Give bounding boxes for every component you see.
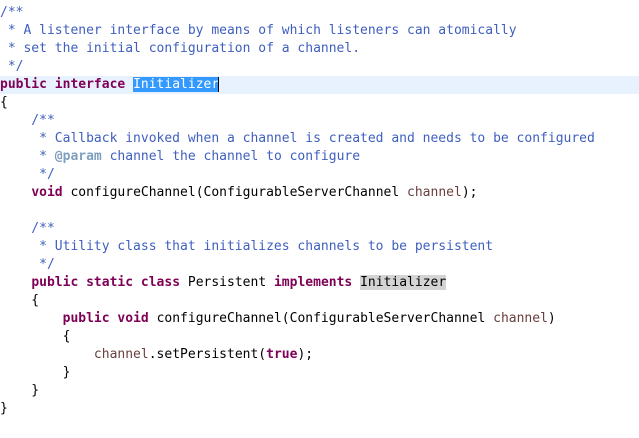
param-type: ConfigurableServerChannel: [289, 311, 486, 326]
keyword-public: public: [31, 275, 79, 290]
javadoc-close: */: [0, 59, 24, 74]
javadoc-close: */: [0, 257, 55, 272]
javadoc-text: * set the initial configuration of a cha…: [0, 41, 361, 56]
variable-channel: channel: [93, 347, 149, 362]
param-name: channel: [493, 311, 548, 326]
javadoc-text: * Callback invoked when a channel is cre…: [0, 131, 595, 146]
keyword-true: true: [266, 347, 298, 362]
param-type: ConfigurableServerChannel: [203, 185, 400, 200]
param-name: channel: [407, 185, 462, 200]
keyword-interface: interface: [54, 77, 126, 92]
code-line-9: * @param channel the channel to configur…: [0, 149, 361, 164]
code-line-18: public void configureChannel(Configurabl…: [62, 311, 556, 326]
code-line-15: */: [0, 256, 639, 274]
brace: }: [0, 383, 40, 398]
method-name: configureChannel: [156, 311, 282, 326]
code-line-17: {: [0, 292, 639, 310]
code-line-6: {: [0, 94, 639, 112]
code-line-8: * Callback invoked when a channel is cre…: [0, 130, 639, 148]
method-name: configureChannel: [70, 185, 196, 200]
method-call: setPersistent: [156, 347, 259, 362]
keyword-implements: implements: [273, 275, 353, 290]
code-line-23: }: [0, 400, 639, 418]
keyword-static: static: [86, 275, 134, 290]
text-caret: [218, 77, 220, 92]
keyword-void: void: [117, 311, 149, 326]
code-line-20: channel.setPersistent(true);: [93, 347, 314, 362]
brace: {: [0, 95, 8, 110]
code-line-11: void configureChannel(ConfigurableServer…: [31, 185, 478, 200]
javadoc-param-tag: @param: [54, 149, 102, 164]
code-line-10: */: [0, 166, 639, 184]
javadoc-open: /**: [0, 113, 55, 128]
javadoc-open: /**: [0, 221, 55, 236]
keyword-public: public: [62, 311, 110, 326]
code-editor[interactable]: /** * A listener interface by means of w…: [0, 0, 639, 438]
javadoc-text: * Utility class that initializes channel…: [0, 239, 494, 254]
brace: {: [0, 293, 40, 308]
code-line-14: * Utility class that initializes channel…: [0, 238, 639, 256]
keyword-void: void: [31, 185, 63, 200]
javadoc-close: */: [0, 167, 55, 182]
code-line-3: * set the initial configuration of a cha…: [0, 40, 639, 58]
keyword-class: class: [140, 275, 181, 290]
code-line-1: /**: [0, 4, 639, 22]
code-line-19: {: [0, 328, 639, 346]
class-name: Persistent: [187, 275, 267, 290]
code-line-5-current[interactable]: public interface Initializer: [0, 76, 639, 94]
code-line-4: */: [0, 58, 639, 76]
javadoc-text: * A listener interface by means of which…: [0, 23, 517, 38]
code-line-13: /**: [0, 220, 639, 238]
code-line-7: /**: [0, 112, 639, 130]
code-line-2: * A listener interface by means of which…: [0, 22, 639, 40]
code-line-22: }: [0, 382, 639, 400]
code-line-21: }: [0, 364, 639, 382]
occurrence-highlight[interactable]: Initializer: [360, 275, 447, 290]
brace: }: [0, 365, 71, 380]
keyword-public: public: [0, 77, 47, 92]
brace: }: [0, 401, 8, 416]
javadoc-open: /**: [0, 5, 24, 20]
brace: {: [0, 329, 71, 344]
code-line-16: public static class Persistent implement…: [0, 274, 639, 292]
selected-identifier[interactable]: Initializer: [133, 77, 220, 92]
